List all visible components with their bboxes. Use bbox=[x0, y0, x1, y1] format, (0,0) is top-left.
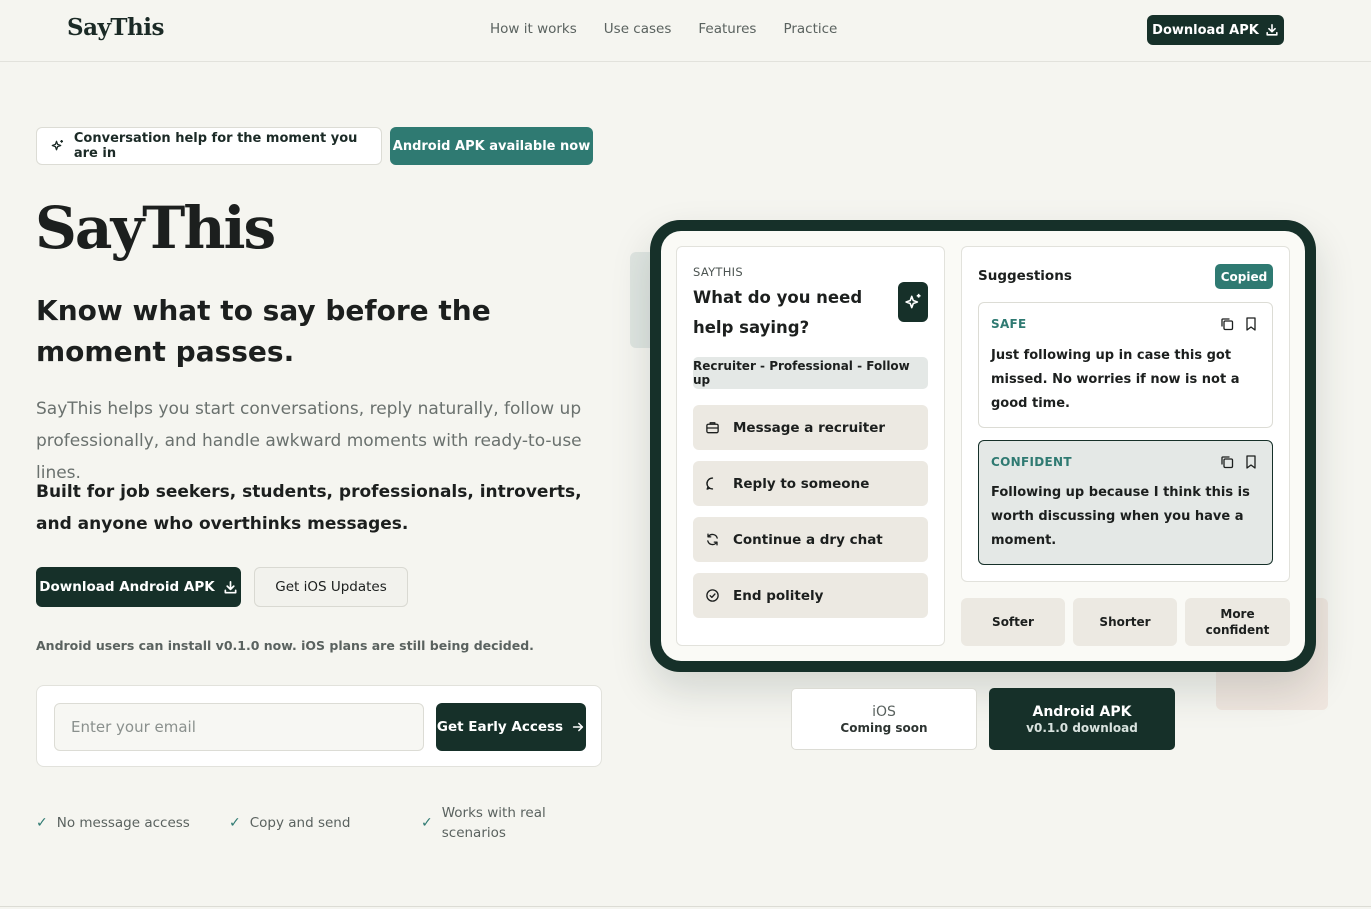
copy-icon[interactable] bbox=[1219, 454, 1235, 470]
download-apk-nav-button[interactable]: Download APK bbox=[1147, 15, 1284, 45]
option-end-politely[interactable]: End politely bbox=[693, 573, 928, 618]
store-name: iOS bbox=[872, 703, 896, 720]
hero-description: SayThis helps you start conversations, r… bbox=[36, 399, 582, 483]
hero-subtitle: Know what to say before the moment passe… bbox=[36, 294, 491, 368]
suggestion-text: Following up because I think this is wor… bbox=[991, 485, 1250, 548]
check-icon: ✓ bbox=[229, 815, 241, 831]
suggestion-label: SAFE bbox=[991, 317, 1027, 331]
download-android-apk-label: Download Android APK bbox=[39, 579, 215, 595]
nav-link-practice[interactable]: Practice bbox=[783, 21, 837, 37]
hero-title: SayThis bbox=[35, 194, 276, 262]
hero-audience: Built for job seekers, students, profess… bbox=[36, 482, 582, 534]
sparkle-icon bbox=[905, 293, 921, 309]
feature-check-copy-and-send: ✓ Copy and send bbox=[229, 813, 350, 833]
get-ios-updates-button[interactable]: Get iOS Updates bbox=[254, 567, 408, 607]
tone-more-confident-button[interactable]: More confident bbox=[1185, 598, 1290, 646]
generate-button[interactable] bbox=[898, 282, 928, 322]
ios-store-button[interactable]: iOS Coming soon bbox=[791, 688, 977, 750]
bookmark-icon[interactable] bbox=[1244, 454, 1258, 470]
android-available-badge: Android APK available now bbox=[390, 127, 593, 165]
check-icon: ✓ bbox=[421, 815, 433, 831]
download-android-apk-button[interactable]: Download Android APK bbox=[36, 567, 241, 607]
option-continue-dry-chat[interactable]: Continue a dry chat bbox=[693, 517, 928, 562]
option-reply-to-someone[interactable]: Reply to someone bbox=[693, 461, 928, 506]
store-name: Android APK bbox=[1032, 703, 1132, 720]
check-circle-icon bbox=[706, 589, 719, 602]
scenario-question: What do you need help saying? bbox=[693, 288, 863, 337]
tagline-badge-text: Conversation help for the moment you are… bbox=[73, 131, 358, 161]
top-navbar: SayThis How it works Use cases Features … bbox=[0, 0, 1371, 62]
bookmark-icon[interactable] bbox=[1244, 316, 1258, 332]
nav-link-how-it-works[interactable]: How it works bbox=[490, 21, 577, 37]
feature-check-no-message-access: ✓ No message access bbox=[36, 813, 190, 833]
main-nav: How it works Use cases Features Practice bbox=[490, 21, 837, 37]
feature-check-real-scenarios: ✓ Works with real scenarios bbox=[421, 803, 571, 843]
option-label: Continue a dry chat bbox=[733, 531, 883, 548]
copy-icon[interactable] bbox=[1219, 316, 1235, 332]
install-note: Android users can install v0.1.0 now. iO… bbox=[36, 638, 534, 653]
nav-link-use-cases[interactable]: Use cases bbox=[604, 21, 672, 37]
context-tag[interactable]: Recruiter - Professional - Follow up bbox=[693, 357, 928, 389]
copied-badge: Copied bbox=[1215, 264, 1273, 289]
option-label: Message a recruiter bbox=[733, 419, 886, 436]
get-early-access-label: Get Early Access bbox=[436, 719, 564, 735]
tone-softer-button[interactable]: Softer bbox=[961, 598, 1065, 646]
feature-check-label: No message access bbox=[56, 815, 190, 831]
chat-bubble-icon bbox=[706, 477, 714, 490]
check-icon: ✓ bbox=[36, 815, 48, 831]
app-eyebrow: SAYTHIS bbox=[693, 265, 743, 279]
android-store-button[interactable]: Android APK v0.1.0 download bbox=[989, 688, 1175, 750]
sparkle-icon bbox=[51, 139, 64, 151]
nav-link-features[interactable]: Features bbox=[698, 21, 756, 37]
download-icon bbox=[1266, 23, 1278, 36]
suggestion-label: CONFIDENT bbox=[991, 455, 1072, 469]
feature-check-label: Works with real scenarios bbox=[441, 805, 546, 841]
suggestions-title: Suggestions bbox=[978, 268, 1072, 284]
arrow-right-icon bbox=[572, 722, 584, 732]
suggestion-card-safe[interactable]: SAFE Just following up in case this got … bbox=[978, 302, 1273, 428]
email-input[interactable] bbox=[54, 703, 424, 751]
briefcase-icon bbox=[706, 422, 719, 434]
suggestion-text: Just following up in case this got misse… bbox=[991, 348, 1240, 411]
section-divider bbox=[0, 906, 1371, 907]
store-subtext: v0.1.0 download bbox=[1026, 720, 1138, 735]
email-signup-card: Get Early Access bbox=[36, 685, 602, 767]
store-subtext: Coming soon bbox=[840, 720, 928, 735]
download-icon bbox=[224, 580, 237, 593]
refresh-icon bbox=[707, 533, 718, 546]
tagline-badge: Conversation help for the moment you are… bbox=[36, 127, 382, 165]
option-message-recruiter[interactable]: Message a recruiter bbox=[693, 405, 928, 450]
download-apk-nav-label: Download APK bbox=[1152, 22, 1259, 38]
option-label: End politely bbox=[733, 587, 824, 604]
tone-shorter-button[interactable]: Shorter bbox=[1073, 598, 1177, 646]
logo[interactable]: SayThis bbox=[67, 14, 164, 41]
feature-check-label: Copy and send bbox=[249, 815, 351, 831]
suggestion-card-confident[interactable]: CONFIDENT Following up because I think t… bbox=[978, 440, 1273, 565]
option-label: Reply to someone bbox=[733, 475, 870, 492]
get-early-access-button[interactable]: Get Early Access bbox=[436, 703, 586, 751]
